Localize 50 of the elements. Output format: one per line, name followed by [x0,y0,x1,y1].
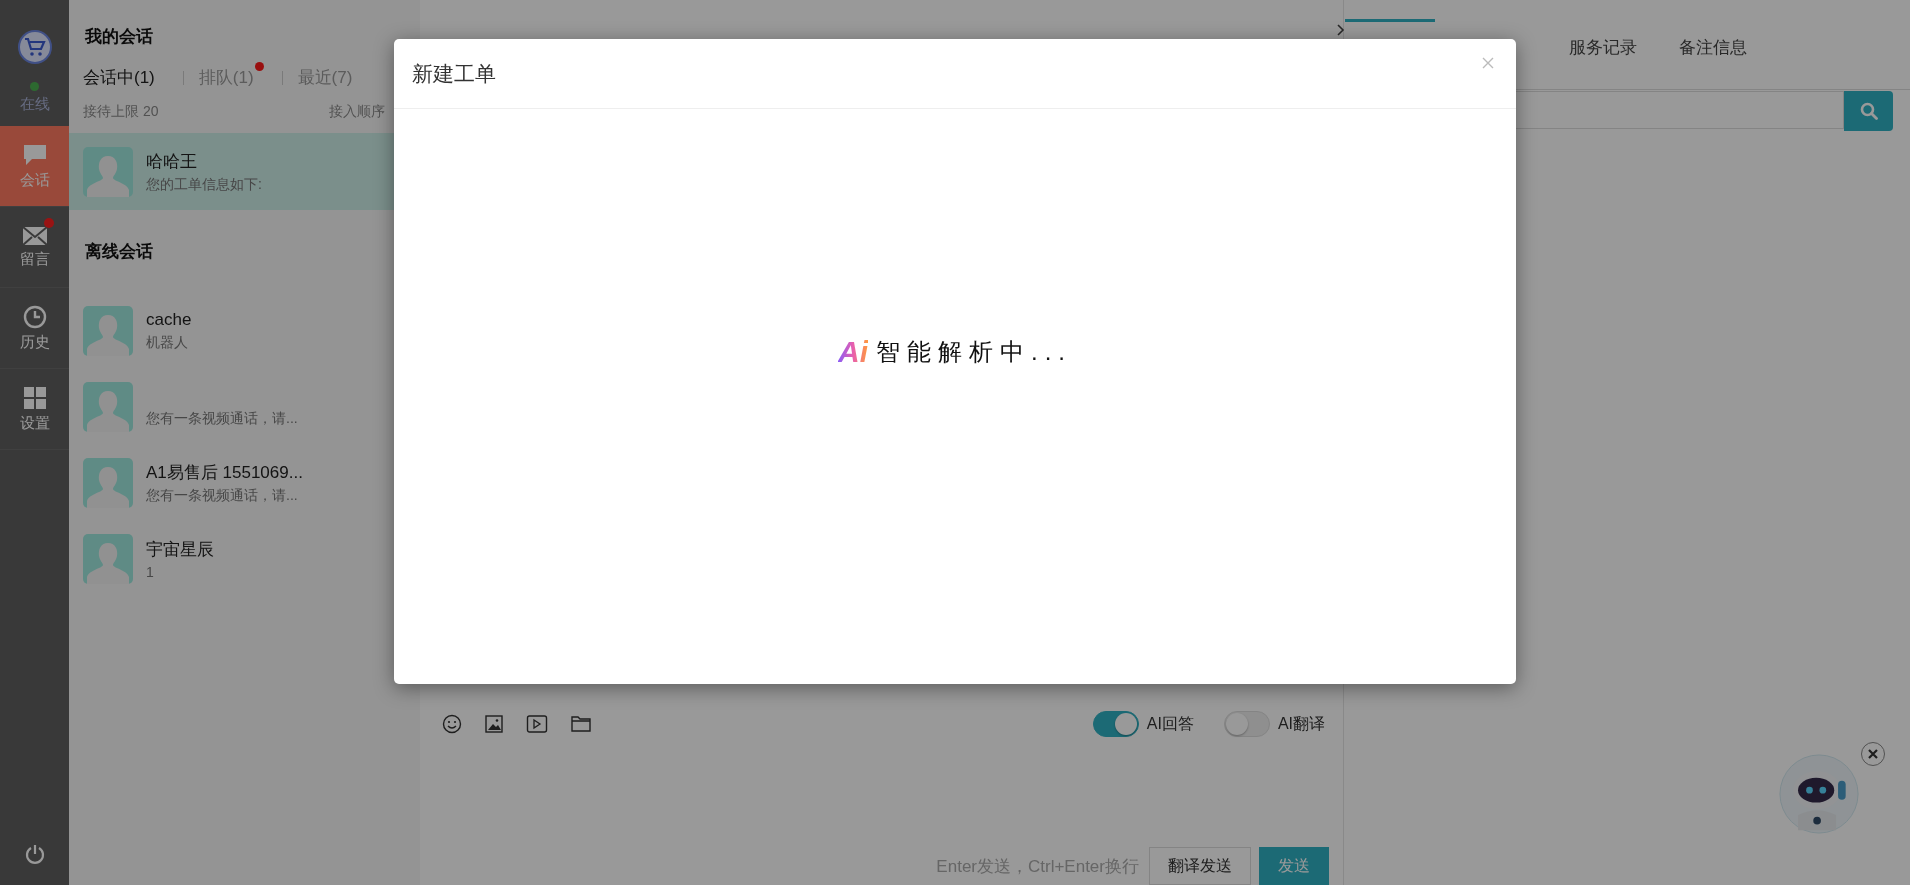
message-preview: 您有一条视频通话，请... [146,410,298,428]
avatar-icon [83,382,133,432]
robot-assistant-drawing[interactable] [1779,754,1859,834]
contact-name: 宇宙星辰 [146,539,214,561]
section-title: 我的会话 [84,26,154,48]
avatar-icon [83,146,133,197]
folder-icon[interactable] [570,714,592,734]
send-button[interactable]: 发送 [1259,847,1329,885]
cart-logo-icon[interactable] [17,30,52,64]
image-icon[interactable] [484,714,504,734]
clock-icon [22,304,47,329]
section-title: 离线会话 [84,241,154,263]
tab[interactable]: 最近(7) [297,66,353,89]
tab[interactable]: 服务记录 [1569,36,1637,59]
video-icon[interactable] [526,714,548,734]
conversation-item[interactable]: cache 机器人 [69,293,420,369]
contact-name: A1易售后 1551069... [146,462,303,484]
mail-icon [21,225,48,246]
conversation-item[interactable]: 您有一条视频通话，请... [69,369,420,445]
toggle-label: AI回答 [1146,713,1194,734]
tab[interactable]: 会话中(1) [83,66,155,89]
contact-name: 哈哈王 [146,150,198,173]
conversation-item[interactable]: A1易售后 1551069... 您有一条视频通话，请... [69,445,420,521]
search-icon [1859,102,1878,120]
chat-icon [21,142,48,167]
avatar-icon [83,458,133,508]
loading-text: 智能解析中... [876,336,1072,367]
grid-icon [22,385,47,410]
translate-send-button[interactable]: 翻译发送 [1149,847,1251,885]
close-icon [1868,749,1878,759]
emoji-icon[interactable] [442,714,462,734]
tab[interactable]: 排队(1) [198,66,254,89]
contact-name: cache [146,310,192,331]
nav-item[interactable]: 会话 [0,126,69,207]
toggle-label: AI翻译 [1277,713,1325,734]
conversation-item[interactable]: 宇宙星辰 1 [69,521,420,597]
close-icon [1482,57,1494,69]
sort-order-link[interactable]: 接入顺序 [329,103,385,121]
avatar-icon [83,306,133,356]
message-preview: 1 [146,564,155,580]
tab[interactable]: 备注信息 [1679,36,1747,59]
dialog-title: 新建工单 [412,60,496,87]
message-preview: 您的工单信息如下: [146,175,262,194]
message-preview: 您有一条视频通话，请... [146,487,299,505]
status-label: 在线 [19,95,50,114]
power-icon[interactable] [23,843,46,865]
avatar-icon [83,534,133,584]
message-preview: 机器人 [146,334,189,352]
chevron-right-icon[interactable] [1336,24,1346,36]
toggle-switch[interactable] [1092,711,1139,737]
